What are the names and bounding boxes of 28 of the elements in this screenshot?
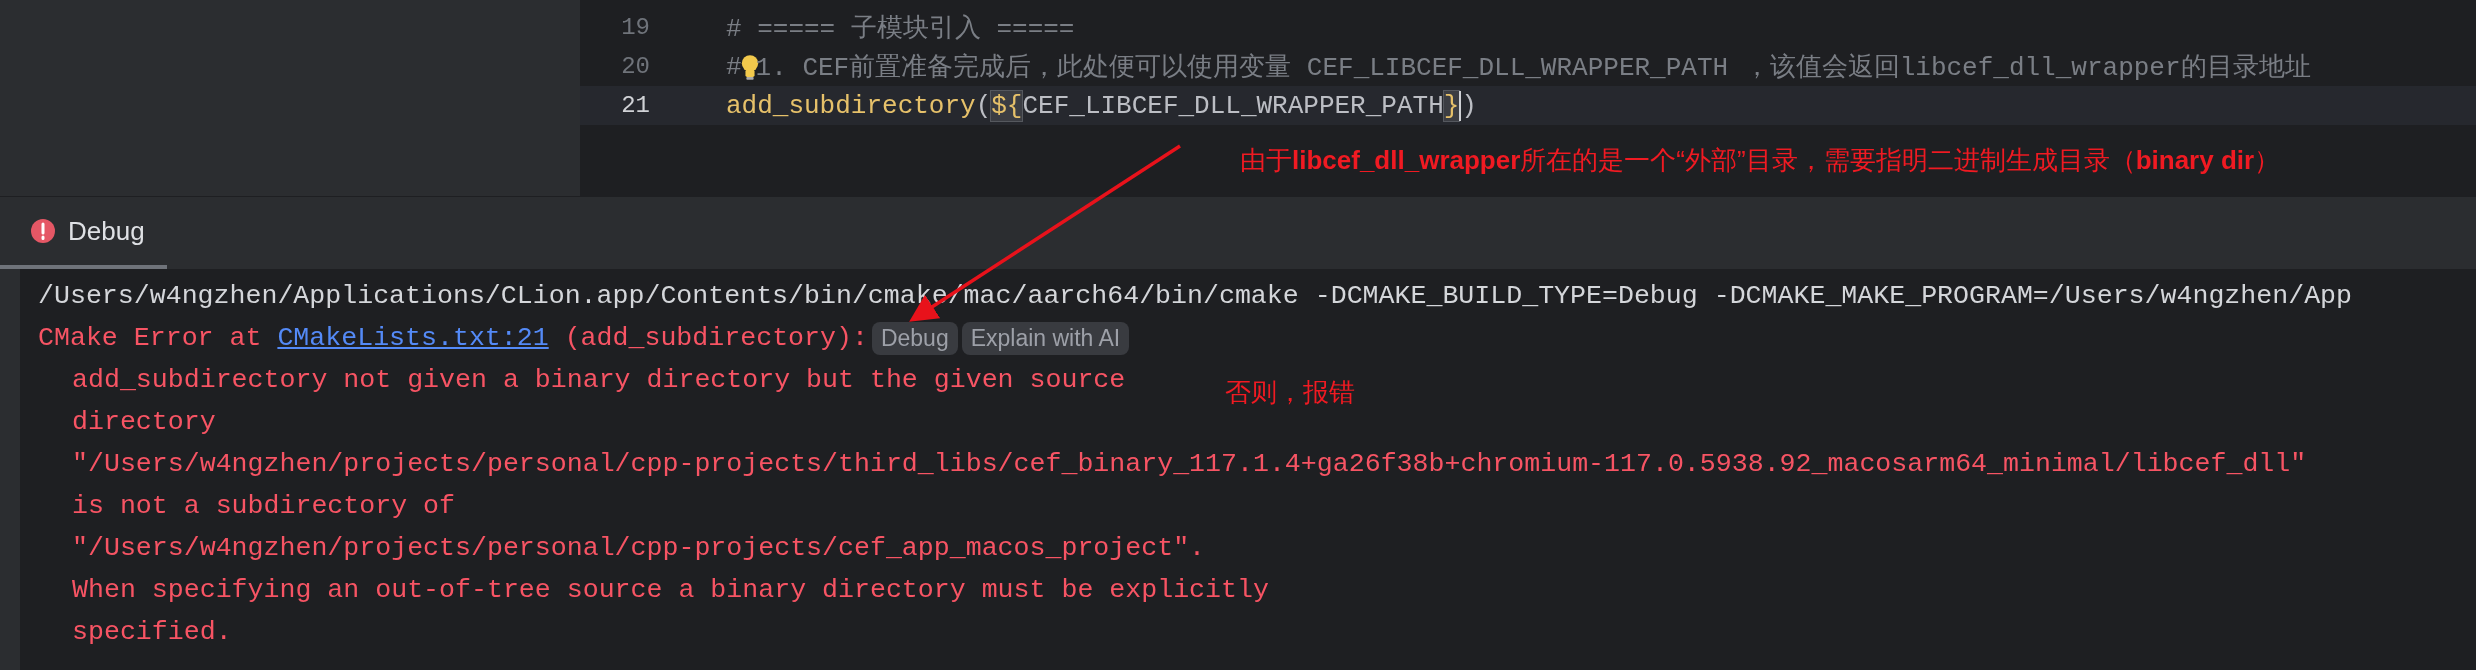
- line-number: 19: [620, 14, 650, 41]
- console-error-text: specified.: [72, 617, 232, 647]
- code-comment: 1. CEF前置准备完成后，此处便可以使用变量 CEF_LIBCEF_DLL_WRAPPER_PATH ，该值会返回libcef_dll_wrapper的目录地址: [755, 52, 2311, 84]
- action-chip[interactable]: Debug: [871, 321, 958, 355]
- console-error-text: is not a subdirectory of: [72, 491, 455, 521]
- console-error-text: (add_subdirectory):: [563, 323, 868, 353]
- console-error-text: "/Users/w4ngzhen/projects/personal/cpp-projects/third_libs/cef_binary_117.1.4+ga26f38b+chromium-117.0.5938.92_macosarm64_minimal/libcef_dll": [72, 449, 2307, 479]
- annotation-text: 否则，报错: [1225, 376, 1355, 409]
- line-number: 20: [620, 53, 650, 80]
- console-error-text: When specifying an out-of-tree source a binary directory must be explicitly: [72, 575, 1269, 605]
- console-error-text: CMake Error at: [38, 323, 263, 353]
- code-comment: # ===== 子模块引入 =====: [726, 13, 1075, 45]
- action-chip[interactable]: Explain with AI: [961, 321, 1130, 355]
- code-token: }: [1443, 90, 1460, 121]
- code-token: ${: [991, 90, 1023, 121]
- code-token: CEF_LIBCEF_DLL_WRAPPER_PATH: [1022, 90, 1444, 121]
- line-number: 21: [620, 92, 650, 119]
- annotation-text: 由于libcef_dll_wrapper所在的是一个“外部”目录，需要指明二进制生成目录（binary dir）: [1240, 144, 2281, 177]
- console-error-text: add_subdirectory not given a binary directory but the given source: [72, 365, 1126, 395]
- code-comment: #: [726, 51, 742, 82]
- text-caret: [1459, 90, 1462, 121]
- code-token: (: [975, 90, 992, 121]
- file-link[interactable]: CMakeLists.txt:21: [277, 323, 549, 353]
- code-token: ): [1461, 90, 1477, 121]
- code-token: add_subdirectory: [726, 90, 976, 121]
- error-icon: [30, 218, 56, 244]
- console-error-text: "/Users/w4ngzhen/projects/personal/cpp-projects/cef_app_macos_project".: [72, 533, 1206, 563]
- console-error-text: directory: [72, 407, 216, 437]
